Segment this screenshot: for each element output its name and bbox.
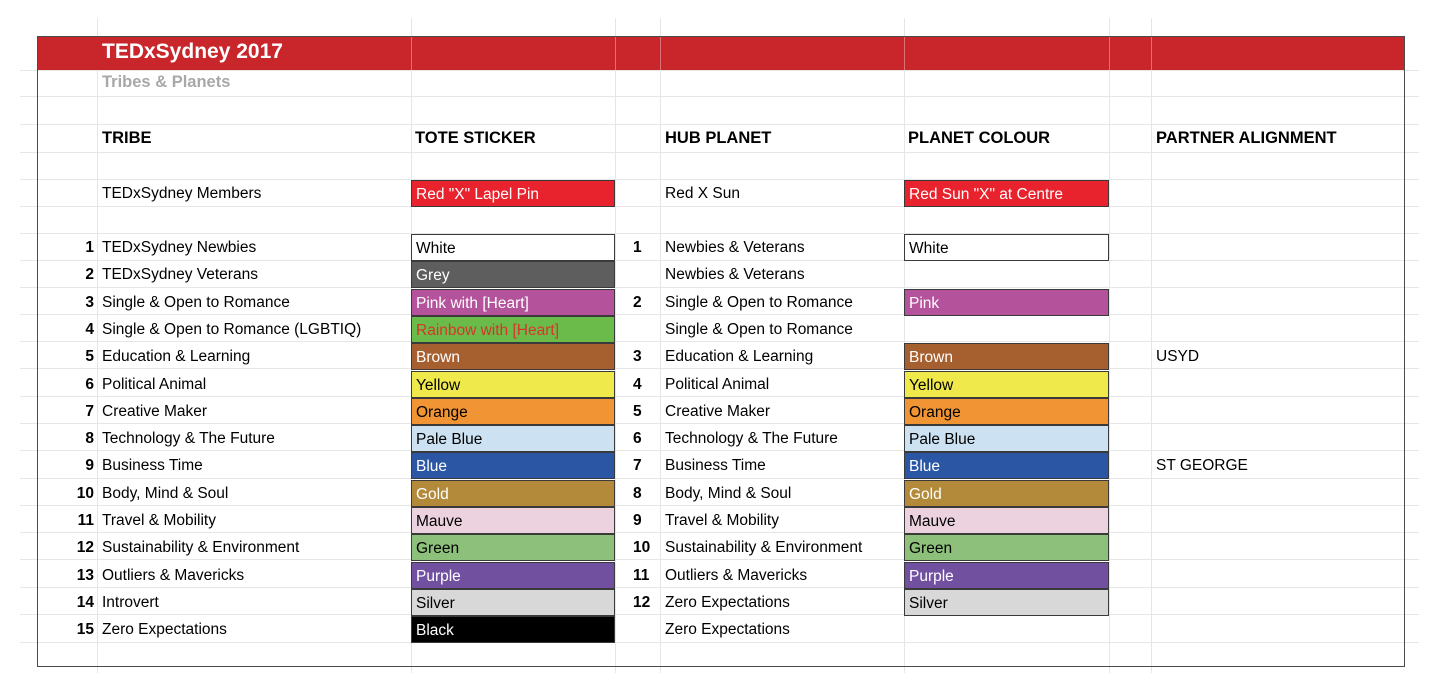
hub-planet-name: Political Animal xyxy=(665,376,770,393)
row-number: 7 xyxy=(85,403,94,420)
row-number: 10 xyxy=(76,485,94,502)
hub-number: 9 xyxy=(633,512,642,529)
hub-number: 5 xyxy=(633,403,642,420)
tote-sticker-swatch: Brown xyxy=(411,343,615,370)
planet-colour-swatch: Brown xyxy=(904,343,1109,370)
tribe-name: Education & Learning xyxy=(102,348,251,365)
row-number: 11 xyxy=(77,512,94,529)
tribe-name: TEDxSydney Veterans xyxy=(102,266,258,283)
planet-colour-swatch: Purple xyxy=(904,562,1109,589)
tote-sticker-swatch: Purple xyxy=(411,562,615,589)
planet-colour-swatch: Blue xyxy=(904,452,1109,479)
row-number: 13 xyxy=(76,567,94,584)
hub-number: 1 xyxy=(633,239,642,256)
tribe-name: Introvert xyxy=(102,594,159,611)
tribe-name: Technology & The Future xyxy=(102,430,275,447)
hub-number: 4 xyxy=(633,376,642,393)
hub-number: 3 xyxy=(633,348,642,365)
members-tote-swatch: Red "X" Lapel Pin xyxy=(411,180,615,207)
row-number: 15 xyxy=(76,621,94,638)
hub-number: 6 xyxy=(633,430,642,447)
tribe-name: Creative Maker xyxy=(102,403,208,420)
tote-sticker-swatch: Gold xyxy=(411,480,615,507)
planet-colour-swatch: Green xyxy=(904,534,1109,561)
planet-colour-swatch: Silver xyxy=(904,589,1109,616)
tribe-name: Zero Expectations xyxy=(102,621,227,638)
hub-number: 11 xyxy=(633,567,650,584)
row-number: 4 xyxy=(85,321,94,338)
header-tribe: TRIBE xyxy=(102,129,152,147)
hub-planet-name: Newbies & Veterans xyxy=(665,266,805,283)
header-partner-alignment: PARTNER ALIGNMENT xyxy=(1156,129,1337,147)
header-tote-sticker: TOTE STICKER xyxy=(415,129,536,147)
hub-planet-name: Single & Open to Romance xyxy=(665,294,853,311)
tote-sticker-swatch: Grey xyxy=(411,261,615,288)
hub-planet-name: Zero Expectations xyxy=(665,594,790,611)
hub-planet-name: Business Time xyxy=(665,457,766,474)
tribe-name: Single & Open to Romance (LGBTIQ) xyxy=(102,321,362,338)
row-number: 8 xyxy=(85,430,94,447)
hub-number: 10 xyxy=(633,539,651,556)
tote-sticker-swatch: Green xyxy=(411,534,615,561)
tote-sticker-swatch: Pink with [Heart] xyxy=(411,289,615,316)
hub-number: 7 xyxy=(633,457,642,474)
row-number: 6 xyxy=(85,376,94,393)
tribe-name: Outliers & Mavericks xyxy=(102,567,245,584)
partner-alignment: USYD xyxy=(1156,348,1200,365)
tote-sticker-swatch: Pale Blue xyxy=(411,425,615,452)
row-number: 1 xyxy=(85,239,94,256)
header-planet-colour: PLANET COLOUR xyxy=(908,129,1051,147)
planet-colour-swatch: Pale Blue xyxy=(904,425,1109,452)
hub-number: 2 xyxy=(633,294,642,311)
planet-colour-swatch: Mauve xyxy=(904,507,1109,534)
tribe-name: Business Time xyxy=(102,457,203,474)
hub-planet-name: Creative Maker xyxy=(665,403,771,420)
planet-colour-swatch: Yellow xyxy=(904,371,1109,398)
hub-number: 8 xyxy=(633,485,642,502)
row-number: 5 xyxy=(85,348,94,365)
tribe-name: Body, Mind & Soul xyxy=(102,485,229,502)
tote-sticker-swatch: Orange xyxy=(411,398,615,425)
planet-colour-swatch: Gold xyxy=(904,480,1109,507)
members-planet-swatch: Red Sun "X" at Centre xyxy=(904,180,1109,207)
tribe-name: Sustainability & Environment xyxy=(102,539,300,556)
planet-colour-swatch: Pink xyxy=(904,289,1109,316)
row-number: 12 xyxy=(76,539,94,556)
page-title: TEDxSydney 2017 xyxy=(102,40,283,63)
row-number: 2 xyxy=(85,266,94,283)
hub-number: 12 xyxy=(633,594,651,611)
planet-colour-swatch: White xyxy=(904,234,1109,261)
hub-planet-name: Newbies & Veterans xyxy=(665,239,805,256)
hub-planet-name: Education & Learning xyxy=(665,348,814,365)
tribe-name: Travel & Mobility xyxy=(102,512,216,529)
hub-planet-name: Zero Expectations xyxy=(665,621,790,638)
tote-sticker-swatch: Rainbow with [Heart] xyxy=(411,316,615,343)
tote-sticker-swatch: Black xyxy=(411,616,615,643)
members-hub: Red X Sun xyxy=(665,185,740,202)
tribe-name: TEDxSydney Newbies xyxy=(102,239,257,256)
hub-planet-name: Outliers & Mavericks xyxy=(665,567,808,584)
partner-alignment: ST GEORGE xyxy=(1156,457,1248,474)
row-number: 9 xyxy=(85,457,94,474)
hub-planet-name: Body, Mind & Soul xyxy=(665,485,792,502)
planet-colour-swatch: Orange xyxy=(904,398,1109,425)
tote-sticker-swatch: Silver xyxy=(411,589,615,616)
tote-sticker-swatch: Blue xyxy=(411,452,615,479)
tote-sticker-swatch: Mauve xyxy=(411,507,615,534)
row-number: 3 xyxy=(85,294,94,311)
tote-sticker-swatch: White xyxy=(411,234,615,261)
tote-sticker-swatch: Yellow xyxy=(411,371,615,398)
hub-planet-name: Single & Open to Romance xyxy=(665,321,853,338)
tribe-name: Political Animal xyxy=(102,376,207,393)
header-hub-planet: HUB PLANET xyxy=(665,129,772,147)
tribe-name: Single & Open to Romance xyxy=(102,294,290,311)
page-subtitle: Tribes & Planets xyxy=(102,73,231,91)
members-tribe: TEDxSydney Members xyxy=(102,185,262,202)
hub-planet-name: Sustainability & Environment xyxy=(665,539,863,556)
hub-planet-name: Travel & Mobility xyxy=(665,512,779,529)
row-number: 14 xyxy=(76,594,94,611)
hub-planet-name: Technology & The Future xyxy=(665,430,838,447)
